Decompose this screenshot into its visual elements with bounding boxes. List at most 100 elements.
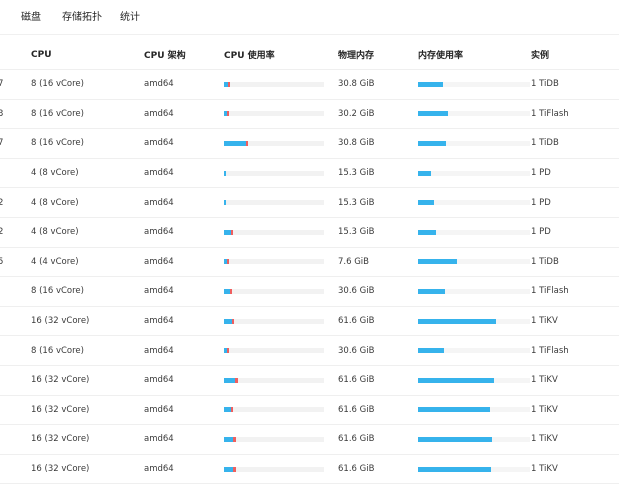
tab-statistics[interactable]: 统计 xyxy=(120,8,140,23)
memory-usage-fill xyxy=(418,81,443,87)
memory-usage-bar xyxy=(418,466,530,472)
host-cell xyxy=(0,307,4,336)
memory-cell: 7.6 GiB xyxy=(338,256,369,267)
cpu-usage-bar xyxy=(224,318,324,324)
cpu-usage-bar xyxy=(224,229,324,235)
tab-storage-topology[interactable]: 存储拓扑 xyxy=(62,8,102,23)
memory-cell: 30.6 GiB xyxy=(338,345,375,356)
table-row[interactable]: 7 8 (16 vCore) amd64 30.8 GiB 1 TiDB xyxy=(0,70,619,100)
memory-cell: 30.8 GiB xyxy=(338,79,375,90)
cpu-usage-cell xyxy=(224,366,324,395)
table-row[interactable]: 16 (32 vCore) amd64 61.6 GiB 1 TiKV xyxy=(0,455,619,485)
cpu-cell: 4 (4 vCore) xyxy=(31,256,79,267)
cpu-arch-cell: amd64 xyxy=(144,316,174,327)
instance-cell: 1 TiKV xyxy=(531,404,558,415)
instance-cell: 1 TiFlash xyxy=(531,345,569,356)
cpu-usage-cell xyxy=(224,129,324,158)
cpu-usage-fill xyxy=(224,170,226,176)
memory-usage-cell xyxy=(418,100,530,129)
header-cpu-usage[interactable]: CPU 使用率 xyxy=(224,40,275,69)
table-row[interactable]: 4 (8 vCore) amd64 15.3 GiB 1 PD xyxy=(0,159,619,189)
table-row[interactable]: 16 (32 vCore) amd64 61.6 GiB 1 TiKV xyxy=(0,396,619,426)
header-memory[interactable]: 物理内存 xyxy=(338,40,374,69)
table-header: CPU CPU 架构 CPU 使用率 物理内存 内存使用率 实例 xyxy=(0,40,619,70)
cpu-usage-bar xyxy=(224,466,324,472)
cpu-usage-fill xyxy=(224,140,246,146)
cpu-usage-fill xyxy=(224,318,232,324)
host-cell: 32 xyxy=(0,108,4,119)
memory-cell: 61.6 GiB xyxy=(338,316,375,327)
cpu-usage-bar xyxy=(224,170,324,176)
memory-usage-fill xyxy=(418,436,492,442)
cpu-usage-cell xyxy=(224,307,324,336)
memory-cell: 15.3 GiB xyxy=(338,197,375,208)
tab-disk[interactable]: 磁盘 xyxy=(21,8,41,23)
instance-cell: 1 TiKV xyxy=(531,316,558,327)
cpu-usage-fill xyxy=(224,377,235,383)
memory-usage-bar xyxy=(418,318,530,324)
table-row[interactable]: 32 8 (16 vCore) amd64 30.2 GiB 1 TiFlash xyxy=(0,100,619,130)
memory-usage-cell xyxy=(418,455,530,484)
host-cell xyxy=(0,425,4,454)
cpu-usage-cell xyxy=(224,277,324,306)
table-row[interactable]: 8 (16 vCore) amd64 30.6 GiB 1 TiFlash xyxy=(0,277,619,307)
memory-usage-bar xyxy=(418,288,530,294)
header-memory-usage[interactable]: 内存使用率 xyxy=(418,40,463,69)
cpu-usage-system-fill xyxy=(227,259,229,265)
table-row[interactable]: 5 4 (4 vCore) amd64 7.6 GiB 1 TiDB xyxy=(0,248,619,278)
cpu-usage-bar xyxy=(224,81,324,87)
cpu-cell: 16 (32 vCore) xyxy=(31,464,90,475)
table-row[interactable]: 8 (16 vCore) amd64 30.6 GiB 1 TiFlash xyxy=(0,336,619,366)
cpu-usage-cell xyxy=(224,336,324,365)
cpu-usage-system-fill xyxy=(231,407,233,413)
memory-usage-bar xyxy=(418,259,530,265)
cpu-cell: 8 (16 vCore) xyxy=(31,79,84,90)
memory-usage-fill xyxy=(418,200,434,206)
cpu-arch-cell: amd64 xyxy=(144,168,174,179)
cpu-usage-cell xyxy=(224,248,324,277)
host-cell xyxy=(0,396,4,425)
cpu-usage-cell xyxy=(224,218,324,247)
memory-usage-fill xyxy=(418,466,491,472)
memory-usage-fill xyxy=(418,407,490,413)
memory-cell: 61.6 GiB xyxy=(338,464,375,475)
header-cpu-arch[interactable]: CPU 架构 xyxy=(144,40,186,69)
memory-usage-fill xyxy=(418,288,445,294)
cpu-usage-system-fill xyxy=(227,111,229,117)
memory-usage-cell xyxy=(418,159,530,188)
cpu-arch-cell: amd64 xyxy=(144,345,174,356)
table-row[interactable]: 16 (32 vCore) amd64 61.6 GiB 1 TiKV xyxy=(0,425,619,455)
instance-cell: 1 TiFlash xyxy=(531,108,569,119)
memory-usage-cell xyxy=(418,366,530,395)
memory-usage-cell xyxy=(418,129,530,158)
cpu-arch-cell: amd64 xyxy=(144,79,174,90)
memory-usage-fill xyxy=(418,111,448,117)
memory-usage-bar xyxy=(418,140,530,146)
instance-cell: 1 PD xyxy=(531,197,551,208)
cpu-cell: 8 (16 vCore) xyxy=(31,108,84,119)
table-row[interactable]: 2 4 (8 vCore) amd64 15.3 GiB 1 PD xyxy=(0,218,619,248)
memory-usage-bar xyxy=(418,111,530,117)
cpu-usage-system-fill xyxy=(231,229,233,235)
cpu-usage-bar xyxy=(224,436,324,442)
memory-usage-fill xyxy=(418,170,431,176)
memory-cell: 61.6 GiB xyxy=(338,375,375,386)
memory-usage-cell xyxy=(418,218,530,247)
header-instance[interactable]: 实例 xyxy=(531,40,549,69)
memory-usage-cell xyxy=(418,248,530,277)
memory-usage-bar xyxy=(418,229,530,235)
cpu-cell: 4 (8 vCore) xyxy=(31,227,79,238)
table-row[interactable]: 16 (32 vCore) amd64 61.6 GiB 1 TiKV xyxy=(0,366,619,396)
table-row[interactable]: 2 4 (8 vCore) amd64 15.3 GiB 1 PD xyxy=(0,188,619,218)
instance-cell: 1 PD xyxy=(531,168,551,179)
header-cpu[interactable]: CPU xyxy=(31,40,52,69)
table-row[interactable]: 77 8 (16 vCore) amd64 30.8 GiB 1 TiDB xyxy=(0,129,619,159)
memory-cell: 15.3 GiB xyxy=(338,227,375,238)
host-cell xyxy=(0,366,4,395)
cpu-arch-cell: amd64 xyxy=(144,404,174,415)
cpu-usage-cell xyxy=(224,455,324,484)
cpu-usage-system-fill xyxy=(246,140,248,146)
cpu-usage-cell xyxy=(224,425,324,454)
table-row[interactable]: 16 (32 vCore) amd64 61.6 GiB 1 TiKV xyxy=(0,307,619,337)
memory-cell: 15.3 GiB xyxy=(338,168,375,179)
